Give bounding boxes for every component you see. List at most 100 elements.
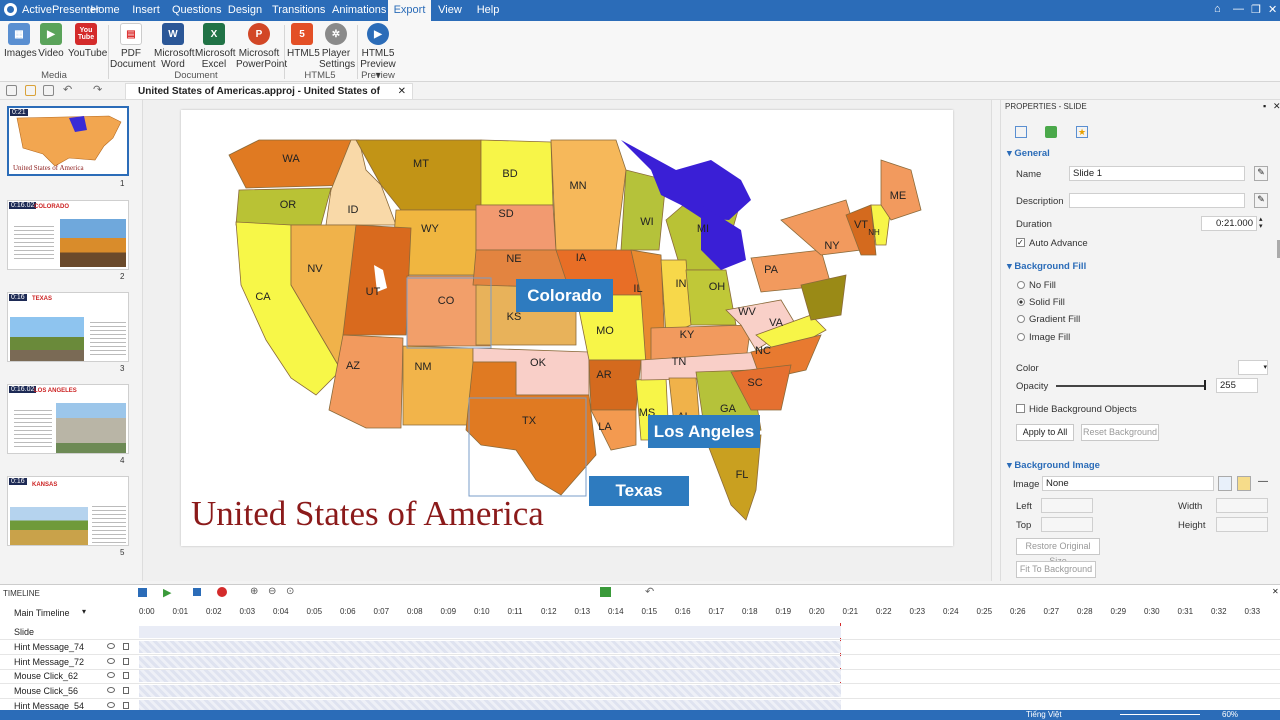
section-background-fill[interactable]: ▾ Background Fill xyxy=(1007,261,1086,272)
play-icon[interactable]: ▶ xyxy=(163,586,171,599)
lock-icon[interactable] xyxy=(123,702,129,709)
timeline-bar[interactable] xyxy=(139,670,841,683)
lock-icon[interactable] xyxy=(123,672,129,680)
image-input[interactable]: None xyxy=(1042,476,1214,491)
document-tab[interactable]: United States of Americas.approj - Unite… xyxy=(125,83,413,113)
maximize-icon[interactable]: ❐ xyxy=(1251,3,1261,16)
minimize-icon[interactable]: — xyxy=(1233,3,1244,15)
timeline-row[interactable]: Mouse Click_62 xyxy=(0,669,1280,685)
tab-export[interactable]: Export xyxy=(388,0,431,21)
timeline-bar[interactable] xyxy=(139,685,841,698)
timeline-bar[interactable] xyxy=(139,640,841,653)
timeline-row[interactable]: Hint Message_72 xyxy=(0,655,1280,670)
close-icon[interactable]: ✕ xyxy=(1268,3,1277,16)
record-icon[interactable] xyxy=(217,587,227,597)
visibility-eye-icon[interactable] xyxy=(107,657,115,664)
edit-description-icon[interactable]: ✎ xyxy=(1254,193,1268,208)
fit-to-background-button[interactable]: Fit To Background xyxy=(1016,561,1096,578)
close-timeline-icon[interactable]: ✕ xyxy=(1272,587,1279,596)
new-icon[interactable] xyxy=(6,85,17,96)
visibility-eye-icon[interactable] xyxy=(107,642,115,649)
section-background-image[interactable]: ▾ Background Image xyxy=(1007,460,1100,471)
apply-to-all-button[interactable]: Apply to All xyxy=(1016,424,1074,441)
tab-transitions[interactable]: Transitions xyxy=(272,0,325,21)
no-fill-radio[interactable] xyxy=(1017,281,1025,289)
opacity-slider-thumb[interactable] xyxy=(1204,380,1206,390)
zoom-slider[interactable] xyxy=(1120,714,1200,715)
slide-canvas[interactable]: WA OR CA ID NV MT WY UT AZ CO NM BD SD N… xyxy=(181,110,953,546)
image-browse-icon[interactable] xyxy=(1218,476,1232,491)
tab-view[interactable]: View xyxy=(436,0,464,21)
section-general[interactable]: ▾ General xyxy=(1007,148,1050,159)
opacity-slider[interactable] xyxy=(1056,385,1204,387)
timeline-row[interactable]: Hint Message_74 xyxy=(0,640,1280,655)
timeline-dropdown-icon[interactable]: ▾ xyxy=(82,607,86,616)
open-icon[interactable] xyxy=(25,85,36,96)
export-excel-button[interactable]: X Microsoft Excel xyxy=(195,23,236,70)
solid-fill-radio[interactable] xyxy=(1017,298,1025,306)
export-pdf-button[interactable]: ▤ PDF Document xyxy=(110,23,156,70)
visibility-eye-icon[interactable] xyxy=(107,672,115,679)
interaction-icon[interactable] xyxy=(1045,126,1057,138)
left-input[interactable] xyxy=(1041,498,1093,513)
undo-timeline-icon[interactable]: ↶ xyxy=(645,585,654,598)
slide-title-text[interactable]: United States of America xyxy=(191,494,544,534)
callout-colorado[interactable]: Colorado xyxy=(516,279,613,312)
slide-thumbnail-4[interactable]: 0:16.02 LOS ANGELES xyxy=(7,384,129,454)
save-icon[interactable] xyxy=(43,85,54,96)
top-input[interactable] xyxy=(1041,517,1093,532)
callout-texas[interactable]: Texas xyxy=(589,476,689,506)
remove-image-icon[interactable]: — xyxy=(1258,476,1268,487)
redo-icon[interactable]: ↷ xyxy=(93,83,102,96)
slide-thumbnail-3[interactable]: 0:16 TEXAS xyxy=(7,292,129,362)
lock-icon[interactable] xyxy=(123,657,129,665)
export-word-button[interactable]: W Microsoft Word xyxy=(154,23,195,70)
timeline-row[interactable]: Slide xyxy=(0,625,1280,640)
slide-thumbnail-2[interactable]: 0:16.02 COLORADO xyxy=(7,200,129,270)
tab-animations[interactable]: Animations xyxy=(332,0,386,21)
reset-background-button[interactable]: Reset Background xyxy=(1081,424,1159,441)
effects-icon[interactable]: ★ xyxy=(1076,126,1088,138)
export-youtube-button[interactable]: You Tube YouTube xyxy=(68,23,107,59)
player-settings-button[interactable]: ✲ Player Settings xyxy=(319,23,355,70)
auto-advance-checkbox[interactable]: ✓ xyxy=(1016,238,1025,247)
insert-time-icon[interactable] xyxy=(600,587,611,597)
ribbon-collapse-icon[interactable]: ⌂ xyxy=(1214,3,1221,15)
tab-insert[interactable]: Insert xyxy=(130,0,162,21)
description-input[interactable] xyxy=(1069,193,1245,208)
pin-icon[interactable]: ▪ xyxy=(1263,101,1266,111)
duration-input[interactable]: 0:21.000 xyxy=(1201,216,1257,231)
name-input[interactable]: Slide 1 xyxy=(1069,166,1245,181)
tab-design[interactable]: Design xyxy=(226,0,264,21)
tab-help[interactable]: Help xyxy=(474,0,502,21)
export-images-button[interactable]: ▦ Images xyxy=(4,23,37,59)
export-powerpoint-button[interactable]: P Microsoft PowerPoint xyxy=(236,23,287,70)
opacity-input[interactable]: 255 xyxy=(1216,378,1258,393)
timeline-bar[interactable] xyxy=(139,626,841,638)
duration-spinner[interactable]: ▴ ▾ xyxy=(1259,216,1263,230)
export-html5-button[interactable]: 5 HTML5 xyxy=(287,23,320,59)
slide-thumbnail-1[interactable]: 0:21 United States of America xyxy=(7,106,129,176)
select-icon[interactable] xyxy=(138,588,147,597)
height-input[interactable] xyxy=(1216,517,1268,532)
undo-icon[interactable]: ↶ xyxy=(63,83,72,96)
export-video-button[interactable]: ▶ Video xyxy=(37,23,65,59)
timeline-row[interactable]: Mouse Click_56 xyxy=(0,684,1280,700)
lock-icon[interactable] xyxy=(123,687,129,695)
close-document-icon[interactable]: ✕ xyxy=(398,84,406,100)
zoom-out-icon[interactable]: ⊖ xyxy=(268,586,276,597)
slide-thumbnail-5[interactable]: 0:16 KANSAS xyxy=(7,476,129,546)
color-picker[interactable]: ▾ xyxy=(1238,360,1268,375)
zoom-in-icon[interactable]: ⊕ xyxy=(250,586,258,597)
visibility-eye-icon[interactable] xyxy=(107,702,115,708)
timeline-bar[interactable] xyxy=(139,655,841,668)
zoom-fit-icon[interactable]: ⊙ xyxy=(286,586,294,597)
close-panel-icon[interactable]: ✕ xyxy=(1273,101,1280,112)
gradient-fill-radio[interactable] xyxy=(1017,315,1025,323)
tab-home[interactable]: Home xyxy=(88,0,122,21)
callout-los-angeles[interactable]: Los Angeles xyxy=(648,415,760,448)
slide-properties-icon[interactable] xyxy=(1015,126,1027,138)
hide-background-checkbox[interactable] xyxy=(1016,404,1025,413)
lock-icon[interactable] xyxy=(123,642,129,650)
folder-icon[interactable] xyxy=(1237,476,1251,491)
